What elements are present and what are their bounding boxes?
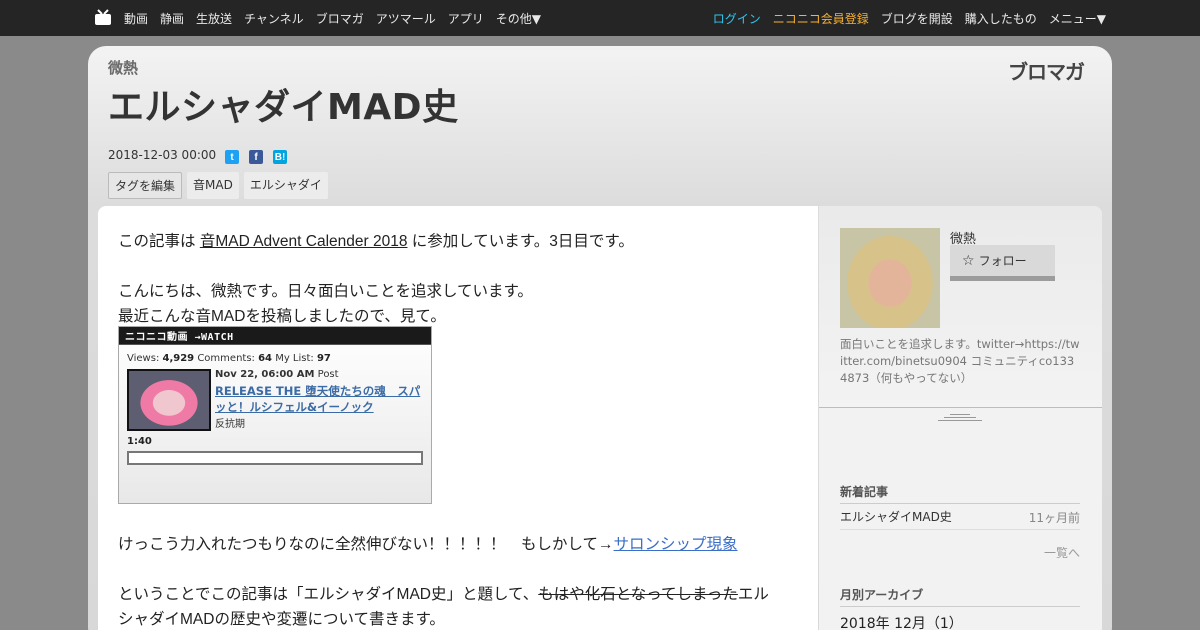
nav-seiga[interactable]: 静画 [160,10,184,27]
text: けっこう力入れたつもりなのに全然伸びない！！！！！ もしかして→ [118,536,614,553]
article-paragraph: こんにちは、微熱です。日々面白いことを追求しています。 [118,283,533,300]
tag-list: タグを編集 音MAD エルシャダイ [108,172,328,199]
blog-author-name[interactable]: 微熱 [108,57,138,78]
article-paragraph: シャダイMADの歴史や変遷について書きます。 [118,611,445,628]
new-post-item[interactable]: エルシャダイMAD史 11ヶ月前 [840,506,1080,530]
mylist-count: 97 [316,353,331,364]
comments-count: 64 [258,353,273,364]
embed-header: ニコニコ動画 →WATCH [119,327,431,345]
new-post-title[interactable]: エルシャダイMAD史 [840,508,952,525]
author-description: 面白いことを追求します。twitter→https://twitter.com/… [840,337,1080,385]
twitter-share-icon[interactable]: t [225,150,239,164]
top-navigation-bar: 動画 静画 生放送 チャンネル ブロマガ アツマール アプリ その他▼ ログイン… [0,0,1200,36]
purchased-link[interactable]: 購入したもの [965,10,1037,27]
edit-tags-button[interactable]: タグを編集 [108,172,183,199]
article-paragraph: けっこう力入れたつもりなのに全然伸びない！！！！！ もしかして→サロンシップ現象 [118,532,738,554]
advent-calendar-link[interactable]: 音MAD Advent Calender 2018 [200,233,408,250]
nav-blomaga[interactable]: ブロマガ [316,10,364,27]
open-blog-link[interactable]: ブログを開設 [881,10,953,27]
nav-channel[interactable]: チャンネル [244,10,304,27]
views-label: Views: [127,353,160,364]
video-title-link[interactable]: RELEASE THE 堕天使たちの魂 スパッと！ルシフェル&イーノック [215,383,427,415]
video-thumbnail[interactable] [127,369,211,431]
account-nav: ログイン ニコニコ会員登録 ブログを開設 購入したもの メニュー▼ [701,0,1106,36]
comments-label: Comments: [197,353,255,364]
view-all-link[interactable]: 一覧へ [1044,544,1080,561]
panel-collapse-handle[interactable] [938,412,982,422]
tag-item[interactable]: エルシャダイ [243,172,328,199]
nav-atsumaru[interactable]: アツマール [376,10,436,27]
author-avatar[interactable] [840,228,940,328]
text: この記事は [118,233,200,250]
salonship-link[interactable]: サロンシップ現象 [614,536,738,553]
strikethrough-text: もはや化石となってしまった [538,586,738,603]
embed-header-label: ニコニコ動画 →WATCH [125,332,234,343]
views-count: 4,929 [162,353,195,364]
follow-label: フォロー [978,254,1027,268]
new-post-date: 11ヶ月前 [1028,511,1080,525]
nav-video[interactable]: 動画 [124,10,148,27]
text: ということでこの記事は「エルシャダイMAD史」と題して、 [118,586,539,603]
new-posts-heading: 新着記事 [840,483,1080,504]
tag-item[interactable]: 音MAD [187,172,239,199]
nav-live[interactable]: 生放送 [196,10,232,27]
nav-other-dropdown[interactable]: その他▼ [496,10,541,27]
text: に参加しています。3日目です。 [407,233,634,250]
article-paragraph: 最近こんな音MADを投稿しましたので、見て。 [118,308,446,325]
hatena-bookmark-icon[interactable]: B! [273,150,287,164]
article-paragraph: ということでこの記事は「エルシャダイMAD史」と題して、もはや化石となってしまっ… [118,582,769,604]
nicovideo-embed[interactable]: ニコニコ動画 →WATCH Views: 4,929 Comments: 64 … [118,326,432,504]
post-date: 2018-12-03 00:00 [108,148,217,162]
follow-button[interactable]: ☆ フォロー [950,245,1055,281]
embed-stats: Views: 4,929 Comments: 64 My List: 97 [127,353,331,364]
article-paragraph: この記事は 音MAD Advent Calender 2018 に参加しています… [118,229,634,251]
mylist-label: My List: [275,353,314,364]
register-link[interactable]: ニコニコ会員登録 [773,10,869,27]
service-nav: 動画 静画 生放送 チャンネル ブロマガ アツマール アプリ その他▼ [124,0,553,36]
post-date-value: Nov 22, 06:00 AM [215,369,315,380]
facebook-share-icon[interactable]: f [249,150,263,164]
archive-month-link[interactable]: 2018年 12月（1） [840,613,963,630]
blomaga-logo[interactable]: ブロマガ [1008,56,1085,85]
niconico-tv-icon[interactable] [94,8,112,26]
menu-dropdown[interactable]: メニュー▼ [1049,10,1106,27]
video-uploader: 反抗期 [215,419,245,430]
video-length: 1:40 [127,436,152,447]
monthly-archive-heading: 月別アーカイブ [840,586,1080,607]
embed-seek-bar[interactable] [127,451,423,465]
text: エル [737,586,769,603]
article-title: エルシャダイMAD史 [108,87,459,128]
embed-post-date: Nov 22, 06:00 AM Post [215,369,339,380]
post-label: Post [317,369,339,380]
star-icon: ☆ [962,252,975,269]
nav-apps[interactable]: アプリ [448,10,484,27]
login-link[interactable]: ログイン [713,10,761,27]
share-buttons: t f B! [225,150,287,164]
